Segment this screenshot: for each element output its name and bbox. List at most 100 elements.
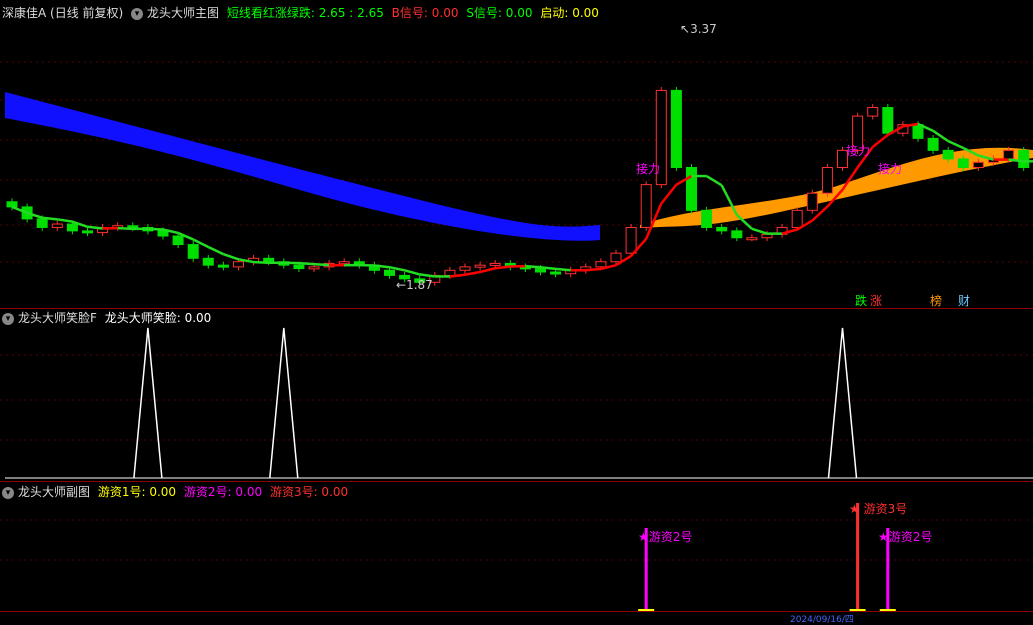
candle-body xyxy=(475,265,485,267)
sub-indicator-name[interactable]: 龙头大师副图 xyxy=(18,485,90,499)
candle-body xyxy=(1004,150,1014,159)
ma-segment xyxy=(148,229,163,230)
candle-body xyxy=(792,210,802,227)
candle-body xyxy=(611,253,621,262)
pane-separator xyxy=(0,611,1033,612)
blue-band xyxy=(5,92,600,241)
candle-body xyxy=(928,138,938,150)
start-value: 启动: 0.00 xyxy=(540,6,599,20)
ma-segment xyxy=(465,272,480,275)
collapse-icon[interactable]: ▾ xyxy=(2,313,14,325)
candle-body xyxy=(641,185,651,228)
ma-value: 短线看红涨绿跌: 2.65 : 2.65 xyxy=(227,6,384,20)
candle-body xyxy=(158,231,168,236)
candle-body xyxy=(445,270,455,275)
collapse-icon[interactable]: ▾ xyxy=(131,8,143,20)
candle-body xyxy=(717,227,727,230)
b-signal-value: B信号: 0.00 xyxy=(392,6,459,20)
ma-segment xyxy=(707,176,722,185)
signal-bars xyxy=(638,503,896,610)
ma-segment xyxy=(208,247,223,254)
candle-body xyxy=(671,90,681,167)
candle-body xyxy=(218,265,228,267)
ma-segment xyxy=(223,254,238,259)
candle-body xyxy=(173,236,183,245)
orange-band xyxy=(640,148,1033,228)
candle-body xyxy=(460,267,470,270)
candle-body xyxy=(626,227,636,253)
ma-segment xyxy=(374,265,389,267)
candle-body xyxy=(37,219,47,228)
candle-body xyxy=(822,167,832,193)
low-price-label: ←1.87 xyxy=(396,278,433,292)
sub-header: ▾ 龙头大师副图 游资1号: 0.00 游资2号: 0.00 游资3号: 0.00 xyxy=(2,482,352,502)
ma-segment xyxy=(556,269,571,270)
candle-body xyxy=(687,167,697,210)
candle-body xyxy=(868,108,878,117)
smile-header: ▾ 龙头大师笑脸F 龙头大师笑脸: 0.00 xyxy=(2,308,215,328)
candle-body xyxy=(52,224,62,227)
s-signal-value: S信号: 0.00 xyxy=(466,6,532,20)
smile-peak xyxy=(134,328,162,478)
ma-segment xyxy=(450,275,465,277)
ma-segment xyxy=(586,269,601,270)
candle-body xyxy=(536,269,546,272)
stock-title[interactable]: 深康佳A (日线 前复权) xyxy=(2,6,123,20)
ma-segment xyxy=(525,266,540,267)
bottom-date: 2024/09/16/四 xyxy=(790,612,854,625)
ma-segment xyxy=(752,229,767,234)
smile-value: 龙头大师笑脸: 0.00 xyxy=(105,311,212,325)
ma-segment xyxy=(873,135,888,147)
smile-peak xyxy=(270,328,298,478)
candle-body xyxy=(702,210,712,227)
ma-segment xyxy=(420,274,435,276)
ma-segment xyxy=(118,228,133,229)
bang-label: 榜 xyxy=(930,292,942,309)
candle-body xyxy=(188,245,198,259)
main-indicator-name[interactable]: 龙头大师主图 xyxy=(147,6,219,20)
ma-segment xyxy=(42,218,57,220)
candle-body xyxy=(958,159,968,168)
yz3-signal-label: ★ 游资3号 xyxy=(849,500,907,517)
jieli-label: 接力 xyxy=(846,142,870,159)
candle-body xyxy=(807,193,817,210)
candle-body xyxy=(973,162,983,167)
candle-body xyxy=(264,258,274,261)
ma-segment xyxy=(314,264,329,265)
collapse-icon[interactable]: ▾ xyxy=(2,487,14,499)
yz3-value: 游资3号: 0.00 xyxy=(270,485,348,499)
candle-body xyxy=(732,231,742,238)
smile-indicator-name[interactable]: 龙头大师笑脸F xyxy=(18,311,97,325)
smile-peak xyxy=(829,328,857,478)
die-label: 跌 xyxy=(855,292,867,309)
ma-segment xyxy=(541,267,556,269)
candle-body xyxy=(67,224,77,231)
smile-indicator xyxy=(5,328,1033,478)
ma-segment xyxy=(57,219,72,221)
ma-segment xyxy=(1009,160,1024,162)
candle-body xyxy=(294,265,304,268)
candle-body xyxy=(1019,150,1029,167)
candle-body xyxy=(234,262,244,267)
jieli-label: 接力 xyxy=(636,160,660,177)
candle-body xyxy=(385,270,395,275)
yz2-signal-label: ★游资2号 xyxy=(878,528,932,545)
high-price-value: 3.37 xyxy=(690,22,717,36)
yz1-value: 游资1号: 0.00 xyxy=(98,485,176,499)
candle-body xyxy=(883,108,893,134)
yz2-value: 游资2号: 0.00 xyxy=(184,485,262,499)
ma-segment xyxy=(299,263,314,264)
candle-body xyxy=(747,238,757,240)
candle-body xyxy=(339,262,349,264)
candle-body xyxy=(490,263,500,265)
ma-segment xyxy=(254,262,269,263)
low-price-value: 1.87 xyxy=(406,278,433,292)
candle-body xyxy=(83,231,93,233)
main-header: 深康佳A (日线 前复权) ▾ 龙头大师主图 短线看红涨绿跌: 2.65 : 2.… xyxy=(2,3,603,23)
high-price-label: ↖3.37 xyxy=(680,22,717,36)
ma-segment xyxy=(495,267,510,269)
cai-label: 财 xyxy=(958,292,970,309)
ma-segment xyxy=(88,227,103,229)
yz2-signal-label: ★游资2号 xyxy=(638,528,692,545)
zhang-label: 涨 xyxy=(870,292,882,309)
